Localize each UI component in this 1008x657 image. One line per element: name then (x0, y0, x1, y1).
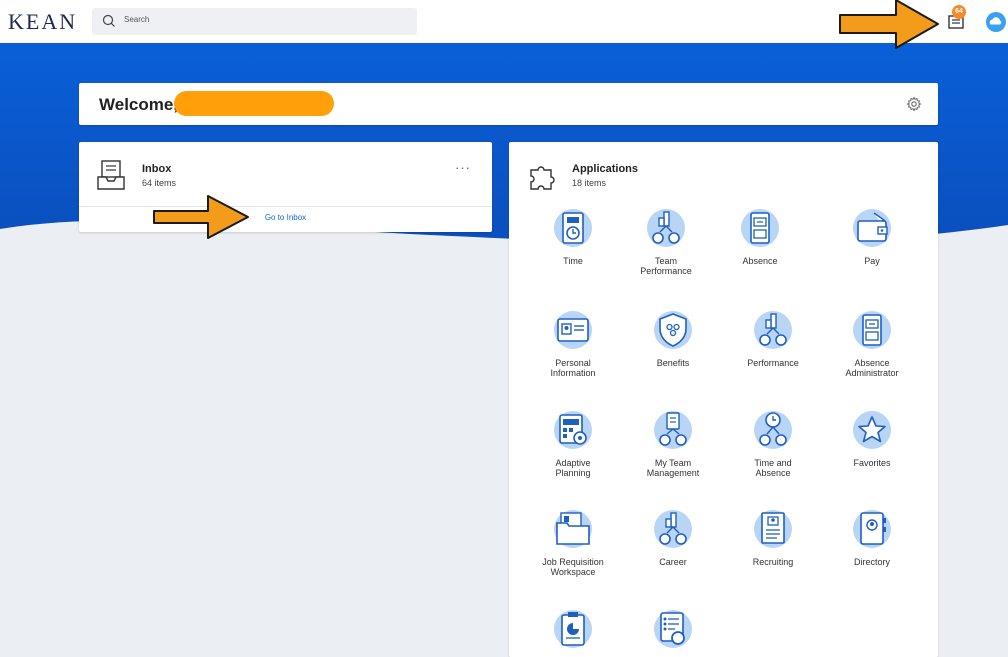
inbox-title[interactable]: Inbox (142, 163, 171, 175)
app-absence[interactable]: Absence (710, 208, 810, 266)
star-icon (853, 411, 891, 449)
more-options-icon[interactable]: ··· (455, 160, 471, 175)
inbox-count: 64 items (142, 178, 177, 188)
redacted-user-name (174, 91, 334, 116)
search-input[interactable]: Search (92, 8, 417, 35)
app-label: Job Requisition Workspace (542, 557, 604, 577)
kean-logo[interactable]: KEAN (8, 9, 77, 35)
recruiting-resume-icon (754, 510, 792, 548)
inbox-card: Inbox 64 items ··· Go to Inbox (79, 142, 492, 232)
app-adaptive-planning[interactable]: Adaptive Planning (523, 410, 623, 478)
app-absence-administrator[interactable]: Absence Administrator (822, 310, 922, 378)
clipboard-report-icon (554, 610, 592, 648)
absence-administrator-icon (853, 311, 891, 349)
inbox-divider (79, 206, 492, 207)
notification-badge: 64 (952, 5, 966, 19)
job-requisition-icon (554, 510, 592, 548)
time-clock-icon (554, 209, 592, 247)
applications-card: Applications 18 items Time Team Performa… (509, 142, 938, 657)
app-career[interactable]: Career (623, 509, 723, 567)
app-label: Time and Absence (754, 458, 792, 478)
app-label: Time (563, 256, 583, 266)
team-performance-icon (647, 209, 685, 247)
app-label: Absence (742, 256, 778, 266)
app-label: Performance (747, 358, 799, 368)
personal-id-card-icon (554, 311, 592, 349)
app-label: Absence Administrator (845, 358, 899, 378)
inbox-tray-icon (97, 160, 125, 190)
app-label: Career (659, 557, 687, 567)
annotation-arrow-notifications (839, 0, 939, 49)
app-time-and-absence[interactable]: Time and Absence (723, 410, 823, 478)
app-time[interactable]: Time (523, 208, 623, 266)
career-chart-icon (654, 510, 692, 548)
app-personal-information[interactable]: Personal Information (523, 310, 623, 378)
app-favorites[interactable]: Favorites (822, 410, 922, 468)
app-label: Team Performance (640, 256, 692, 276)
checklist-search-icon (654, 610, 692, 648)
app-label: Adaptive Planning (555, 458, 591, 478)
app-directory[interactable]: Directory (822, 509, 922, 567)
app-label: Pay (864, 256, 880, 266)
performance-chart-icon (754, 311, 792, 349)
app-benefits[interactable]: Benefits (623, 310, 723, 368)
app-label: Favorites (853, 458, 891, 468)
app-label: Recruiting (752, 557, 794, 567)
annotation-arrow-inbox (153, 195, 249, 239)
app-performance[interactable]: Performance (723, 310, 823, 368)
app-label: Directory (853, 557, 890, 567)
gear-icon[interactable] (906, 96, 922, 112)
directory-book-icon (853, 510, 891, 548)
app-checklist-search[interactable] (623, 609, 723, 657)
search-placeholder: Search (124, 15, 150, 24)
adaptive-planning-icon (554, 411, 592, 449)
pay-wallet-icon (853, 209, 891, 247)
search-icon (102, 14, 115, 27)
app-recruiting[interactable]: Recruiting (723, 509, 823, 567)
cloud-avatar-icon[interactable] (985, 11, 1007, 33)
puzzle-piece-icon (530, 166, 555, 190)
app-team-performance[interactable]: Team Performance (616, 208, 716, 276)
welcome-text: Welcome, (99, 95, 179, 114)
app-label: Benefits (656, 358, 690, 368)
applications-title[interactable]: Applications (572, 163, 638, 175)
my-team-management-icon (654, 411, 692, 449)
app-label: My Team Management (646, 458, 700, 478)
app-my-team-management[interactable]: My Team Management (623, 410, 723, 478)
benefits-shield-icon (654, 311, 692, 349)
app-job-requisition-workspace[interactable]: Job Requisition Workspace (523, 509, 623, 577)
go-to-inbox-link[interactable]: Go to Inbox (79, 213, 492, 222)
applications-count: 18 items (572, 178, 607, 188)
time-and-absence-icon (754, 411, 792, 449)
app-pay[interactable]: Pay (822, 208, 922, 266)
app-label: Personal Information (550, 358, 596, 378)
app-clipboard-report[interactable] (523, 609, 623, 657)
absence-cabinet-icon (741, 209, 779, 247)
welcome-card: Welcome, (79, 83, 938, 125)
